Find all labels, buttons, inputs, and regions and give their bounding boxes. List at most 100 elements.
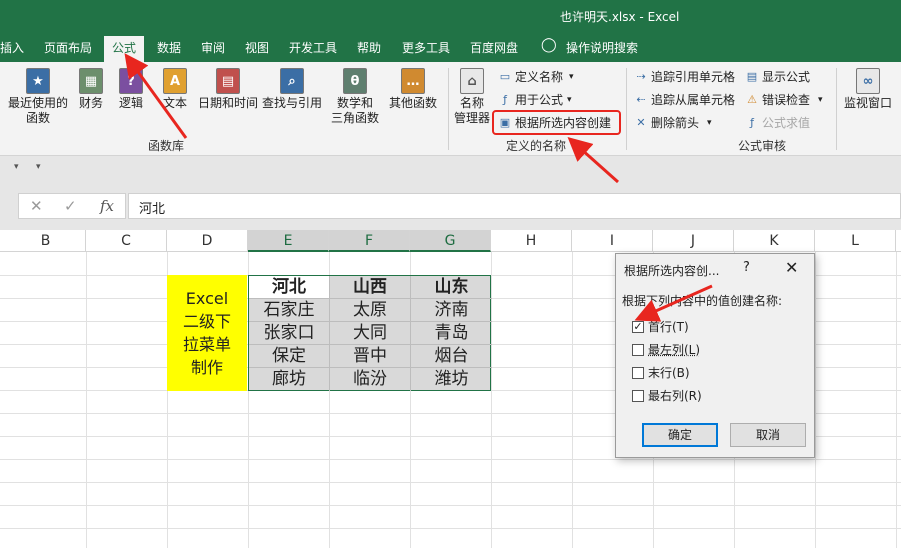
table-cell[interactable]: 山西 — [330, 276, 411, 299]
trace-dependents-button[interactable]: ⇠ 追踪从属单元格 — [634, 91, 735, 108]
tell-me-search[interactable]: 操作说明搜索 — [566, 39, 638, 56]
text-functions-button[interactable]: A 文本 — [158, 68, 192, 111]
math-trig-label: 数学和 三角函数 — [330, 96, 379, 125]
theta-icon: θ — [343, 68, 367, 94]
column-header[interactable]: E — [248, 230, 329, 252]
lookup-reference-button[interactable]: ⌕ 查找与引用 — [262, 68, 322, 111]
logical-button[interactable]: ? 逻辑 — [114, 68, 148, 111]
table-cell[interactable]: 临汾 — [330, 368, 411, 391]
cancel-icon[interactable]: ✕ — [30, 197, 43, 215]
bottom-row-checkbox[interactable]: 末行(B) — [632, 364, 690, 381]
tab-page-layout[interactable]: 页面布局 — [44, 39, 92, 56]
column-header[interactable]: B — [6, 230, 86, 252]
column-header[interactable]: L — [815, 230, 896, 252]
tab-view[interactable]: 视图 — [245, 39, 269, 56]
table-cell[interactable]: 河北 — [249, 276, 330, 299]
help-icon[interactable]: ? — [743, 260, 750, 275]
evaluate-formula-icon: ƒ — [750, 115, 754, 129]
define-name-button[interactable]: ▭ 定义名称 ▾ — [498, 68, 574, 85]
cancel-button[interactable]: 取消 — [730, 423, 806, 447]
tab-baidu-netdisk[interactable]: 百度网盘 — [470, 39, 518, 56]
table-cell[interactable]: 晋中 — [330, 345, 411, 368]
grid-line — [896, 252, 897, 548]
text-functions-label: 文本 — [162, 96, 187, 110]
use-in-formula-button[interactable]: ƒ 用于公式 ▾ — [498, 91, 572, 108]
column-header[interactable]: C — [86, 230, 167, 252]
table-cell[interactable]: 烟台 — [411, 345, 492, 368]
date-time-button[interactable]: ▤ 日期和时间 — [197, 68, 259, 111]
column-header[interactable]: F — [329, 230, 410, 252]
show-formulas-label: 显示公式 — [762, 70, 811, 84]
table-cell[interactable]: 青岛 — [411, 322, 492, 345]
column-header[interactable]: G — [410, 230, 491, 252]
table-cell[interactable]: 济南 — [411, 299, 492, 322]
selected-range[interactable]: 河北 山西 山东 石家庄 太原 济南 张家口 大同 青岛 保定 晋中 烟台 廊坊… — [248, 275, 492, 391]
error-checking-button[interactable]: ⚠ 错误检查 ▾ — [745, 91, 822, 108]
defined-names-group-label: 定义的名称 — [506, 139, 567, 153]
column-header[interactable]: I — [572, 230, 653, 252]
tab-formulas[interactable]: 公式 — [104, 36, 145, 62]
show-formulas-button[interactable]: ▤ 显示公式 — [745, 68, 810, 85]
logical-label: 逻辑 — [118, 96, 143, 110]
math-trig-button[interactable]: θ 数学和 三角函数 — [324, 68, 386, 126]
grid-line — [815, 252, 816, 548]
table-cell[interactable]: 山东 — [411, 276, 492, 299]
group-separator — [448, 68, 449, 150]
more-functions-button[interactable]: … 其他函数 — [388, 68, 438, 111]
table-cell[interactable]: 张家口 — [249, 322, 330, 345]
lightbulb-icon: ◯ — [541, 37, 557, 53]
name-manager-button[interactable]: ⌂ 名称 管理器 — [452, 68, 492, 126]
create-names-dialog: 根据所选内容创... ? ✕ 根据下列内容中的值创建名称: ✓ 首行(T) 最左… — [615, 253, 815, 458]
column-header[interactable]: J — [653, 230, 734, 252]
close-icon[interactable]: ✕ — [785, 258, 798, 277]
column-header[interactable]: H — [491, 230, 572, 252]
left-column-checkbox[interactable]: 最左列(L) — [632, 341, 700, 358]
error-checking-label: 错误检查 — [762, 93, 811, 107]
chevron-down-icon[interactable]: ▾ — [14, 162, 19, 172]
top-row-checkbox[interactable]: ✓ 首行(T) — [632, 318, 689, 335]
tab-help[interactable]: 帮助 — [357, 39, 381, 56]
tab-insert[interactable]: 插入 — [0, 39, 24, 56]
table-cell[interactable]: 潍坊 — [411, 368, 492, 391]
ribbon: ★ 最近使用的 函数 ▦ 财务 ? 逻辑 A 文本 ▤ 日期和时间 ⌕ 查找与引… — [0, 62, 901, 156]
grid-line — [572, 252, 573, 548]
name-manager-label: 名称 管理器 — [453, 96, 490, 125]
remove-arrows-button[interactable]: ✕ 删除箭头 ▾ — [634, 114, 711, 131]
evaluate-formula-button[interactable]: ƒ 公式求值 — [745, 114, 810, 131]
create-from-selection-button[interactable]: ▣ 根据所选内容创建 — [498, 114, 611, 131]
remove-arrows-icon: ✕ — [636, 115, 646, 129]
dialog-title: 根据所选内容创... — [624, 264, 720, 278]
table-cell[interactable]: 廊坊 — [249, 368, 330, 391]
right-column-checkbox[interactable]: 最右列(R) — [632, 387, 702, 404]
watch-window-button[interactable]: ∞ 监视窗口 — [840, 68, 896, 111]
define-name-label: 定义名称 — [515, 70, 564, 84]
customize-qat-icon[interactable]: ▾ — [36, 162, 41, 172]
financial-button[interactable]: ▦ 财务 — [74, 68, 108, 111]
table-cell[interactable]: 石家庄 — [249, 299, 330, 322]
table-cell[interactable]: 太原 — [330, 299, 411, 322]
chevron-down-icon: ▾ — [567, 94, 572, 105]
tab-developer[interactable]: 开发工具 — [289, 39, 337, 56]
checkbox-box — [632, 343, 644, 356]
create-from-selection-label: 根据所选内容创建 — [515, 116, 612, 130]
insert-function-icon[interactable]: fx — [100, 197, 114, 215]
merged-note-cell[interactable]: Excel 二级下 拉菜单 制作 — [167, 275, 247, 391]
column-header[interactable]: K — [734, 230, 815, 252]
trace-dependents-label: 追踪从属单元格 — [651, 93, 736, 107]
function-library-group-label: 函数库 — [148, 139, 185, 153]
trace-precedents-icon: ⇢ — [636, 69, 646, 83]
grid-line — [0, 482, 901, 483]
tab-more-tools[interactable]: 更多工具 — [402, 39, 450, 56]
grid-line — [0, 505, 901, 506]
ok-button[interactable]: 确定 — [642, 423, 718, 447]
column-header[interactable]: D — [167, 230, 248, 252]
recent-functions-button[interactable]: ★ 最近使用的 函数 — [8, 68, 68, 126]
tab-review[interactable]: 审阅 — [201, 39, 225, 56]
table-cell[interactable]: 大同 — [330, 322, 411, 345]
tab-data[interactable]: 数据 — [157, 39, 181, 56]
table-cell[interactable]: 保定 — [249, 345, 330, 368]
trace-precedents-button[interactable]: ⇢ 追踪引用单元格 — [634, 68, 735, 85]
enter-check-icon[interactable]: ✓ — [64, 197, 77, 215]
text-a-icon: A — [163, 68, 187, 94]
formula-input[interactable]: 河北 — [128, 193, 901, 219]
